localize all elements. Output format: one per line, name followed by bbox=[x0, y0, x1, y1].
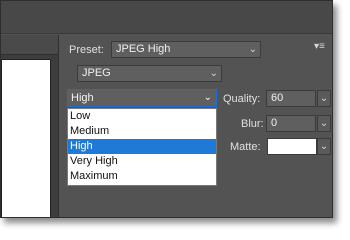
blur-dropdown-button[interactable]: ⌄ bbox=[317, 115, 331, 132]
quality-level-select[interactable]: High ⌄ bbox=[67, 89, 217, 107]
quality-level-options: Low Medium High Very High Maximum bbox=[67, 108, 217, 186]
chevron-down-icon: ⌄ bbox=[209, 68, 218, 79]
format-value: JPEG bbox=[82, 67, 111, 79]
chevron-down-icon: ⌄ bbox=[248, 44, 257, 55]
preset-label: Preset: bbox=[69, 44, 104, 56]
blur-label: Blur: bbox=[241, 118, 264, 130]
matte-label: Matte: bbox=[230, 141, 261, 153]
matte-dropdown-button[interactable]: ⌄ bbox=[317, 138, 331, 155]
quality-dropdown-button[interactable]: ⌄ bbox=[317, 90, 331, 107]
quality-label: Quality: bbox=[223, 93, 261, 105]
chevron-down-icon: ⌄ bbox=[319, 141, 329, 152]
dialog-top-bar bbox=[1, 1, 332, 34]
quality-option-very-high[interactable]: Very High bbox=[68, 154, 216, 169]
quality-input[interactable]: 60 bbox=[266, 90, 316, 107]
chevron-down-icon: ⌄ bbox=[319, 93, 329, 104]
chevron-down-icon: ⌄ bbox=[203, 92, 212, 103]
preset-value: JPEG High bbox=[116, 43, 171, 55]
blur-input[interactable]: 0 bbox=[266, 115, 316, 132]
quality-option-low[interactable]: Low bbox=[68, 109, 216, 124]
quality-level-value: High bbox=[71, 92, 94, 104]
preset-select[interactable]: JPEG High ⌄ bbox=[111, 41, 261, 58]
quality-option-medium[interactable]: Medium bbox=[68, 124, 216, 139]
preview-canvas bbox=[1, 59, 51, 217]
chevron-down-icon: ⌄ bbox=[319, 118, 329, 129]
quality-option-maximum[interactable]: Maximum bbox=[68, 169, 216, 184]
format-select[interactable]: JPEG ⌄ bbox=[77, 65, 222, 82]
quality-option-high[interactable]: High bbox=[68, 139, 216, 154]
panel-menu-icon[interactable]: ▾≡ bbox=[314, 42, 325, 52]
preview-tabs-header bbox=[1, 35, 58, 55]
preview-panel bbox=[1, 35, 59, 217]
matte-color-swatch[interactable] bbox=[267, 138, 317, 155]
save-for-web-dialog: Preset: JPEG High ⌄ ▾≡ JPEG ⌄ High ⌄ Low… bbox=[0, 0, 333, 218]
